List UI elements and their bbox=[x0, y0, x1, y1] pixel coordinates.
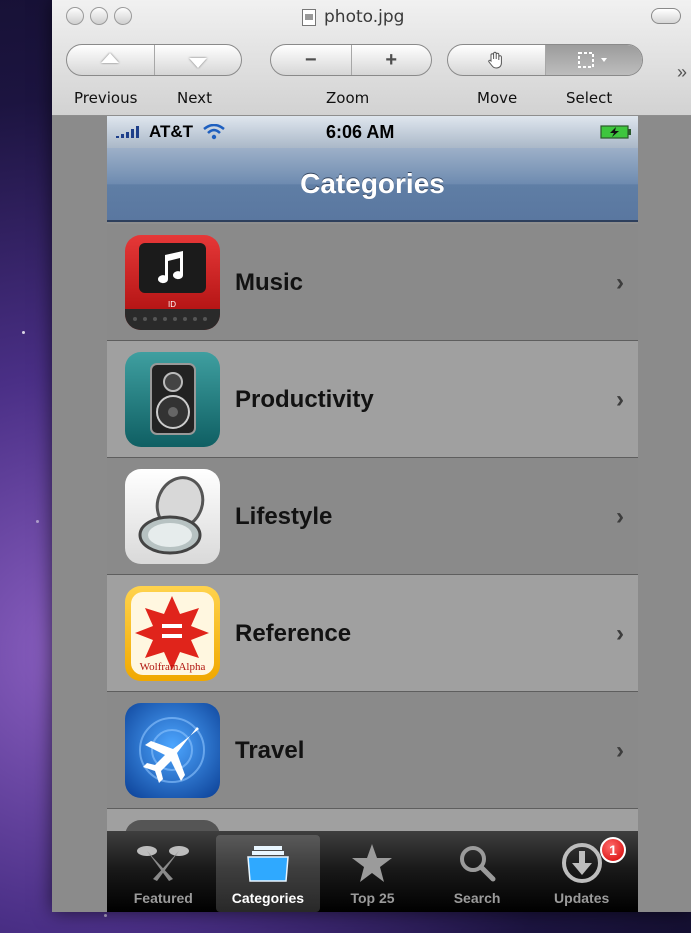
tab-label: Top 25 bbox=[350, 890, 395, 906]
search-icon bbox=[460, 846, 496, 882]
move-label: Move bbox=[477, 89, 518, 107]
star-icon bbox=[352, 844, 393, 882]
chevron-right-icon: › bbox=[616, 737, 624, 764]
chevron-right-icon: › bbox=[616, 620, 624, 647]
category-label: Productivity bbox=[235, 386, 374, 413]
iphone-screen: AT&T 6:06 AM Categories ID Music › Produ… bbox=[107, 116, 638, 912]
category-label: Music bbox=[235, 269, 304, 296]
page-title: Categories bbox=[300, 168, 445, 199]
signal-strength-icon bbox=[116, 126, 139, 138]
wolfram-alpha-icon: WolframAlpha bbox=[125, 586, 220, 681]
zoom-control: − + bbox=[270, 44, 432, 76]
tab-label: Search bbox=[453, 890, 501, 906]
chevron-right-icon: › bbox=[616, 386, 624, 413]
minimize-window-button[interactable] bbox=[90, 7, 108, 25]
battery-charging-icon bbox=[600, 125, 631, 139]
tab-featured[interactable]: Featured bbox=[111, 835, 216, 912]
select-label: Select bbox=[566, 89, 613, 107]
window-title-text: photo.jpg bbox=[324, 7, 405, 27]
selection-marquee-icon bbox=[577, 52, 607, 68]
sparkle bbox=[36, 520, 39, 523]
hand-icon bbox=[488, 51, 503, 69]
chevron-right-icon: › bbox=[616, 503, 624, 530]
category-row-reference[interactable]: WolframAlpha Reference › bbox=[107, 575, 638, 692]
zoom-out-button[interactable]: − bbox=[271, 45, 352, 75]
next-label: Next bbox=[177, 89, 212, 107]
category-row-lifestyle[interactable]: Lifestyle › bbox=[107, 458, 638, 575]
toolbar-toggle-button[interactable] bbox=[651, 8, 681, 24]
zoom-in-button[interactable]: + bbox=[352, 45, 432, 75]
tab-label: Updates bbox=[554, 890, 610, 906]
featured-icon bbox=[137, 846, 190, 881]
navigation-bar: Categories bbox=[107, 148, 638, 222]
tab-label: Categories bbox=[231, 890, 305, 906]
zoom-window-button[interactable] bbox=[114, 7, 132, 25]
svg-text:ID: ID bbox=[168, 300, 176, 309]
status-bar: AT&T 6:06 AM bbox=[107, 116, 638, 148]
title-bar: photo.jpg Previous Next − + Zoom Move Se… bbox=[52, 0, 691, 116]
select-tool-button[interactable] bbox=[545, 45, 642, 75]
airplane-icon bbox=[125, 703, 220, 798]
previous-next-control bbox=[66, 44, 242, 76]
category-row-productivity[interactable]: Productivity › bbox=[107, 341, 638, 458]
wifi-icon bbox=[203, 124, 225, 140]
tab-categories[interactable]: Categories bbox=[215, 835, 321, 912]
category-label: Reference bbox=[235, 620, 352, 647]
sparkle bbox=[22, 331, 25, 334]
clock: 6:06 AM bbox=[326, 121, 395, 142]
toolbar-overflow-button[interactable]: » bbox=[677, 62, 687, 83]
move-tool-button[interactable] bbox=[448, 45, 546, 75]
tab-search[interactable]: Search bbox=[425, 835, 530, 912]
carrier-name: AT&T bbox=[149, 122, 194, 141]
category-row-travel[interactable]: Travel › bbox=[107, 692, 638, 809]
speaker-app-icon bbox=[125, 352, 220, 447]
category-label: Lifestyle bbox=[235, 503, 333, 530]
tool-mode-control bbox=[447, 44, 643, 76]
window-title: photo.jpg bbox=[302, 6, 404, 28]
tab-top-25[interactable]: Top 25 bbox=[320, 835, 425, 912]
category-label: Travel bbox=[235, 737, 305, 764]
close-window-button[interactable] bbox=[66, 7, 84, 25]
updates-icon bbox=[561, 843, 602, 883]
next-button[interactable] bbox=[155, 45, 242, 75]
updates-badge: 1 bbox=[599, 837, 626, 863]
zoom-label: Zoom bbox=[326, 89, 370, 107]
tab-bar: Featured Categories Top 25 Search 1 Upda… bbox=[107, 831, 638, 912]
document-icon bbox=[302, 8, 316, 26]
arrow-up-icon bbox=[101, 53, 120, 63]
chevron-right-icon: › bbox=[616, 269, 624, 296]
arrow-down-icon bbox=[188, 58, 207, 68]
sparkle bbox=[104, 914, 107, 917]
category-row-music[interactable]: ID Music › bbox=[107, 224, 638, 341]
categories-list: ID Music › Productivity › Lifestyle › Wo… bbox=[107, 224, 638, 912]
mirror-compact-icon bbox=[125, 469, 220, 564]
previous-label: Previous bbox=[74, 89, 138, 107]
categories-icon bbox=[247, 846, 289, 882]
wolfram-alpha-wordmark: WolframAlpha bbox=[139, 661, 206, 673]
tab-label: Featured bbox=[133, 890, 193, 906]
music-app-icon: ID bbox=[125, 235, 220, 330]
tab-updates[interactable]: 1 Updates bbox=[529, 835, 634, 912]
previous-button[interactable] bbox=[67, 45, 155, 75]
